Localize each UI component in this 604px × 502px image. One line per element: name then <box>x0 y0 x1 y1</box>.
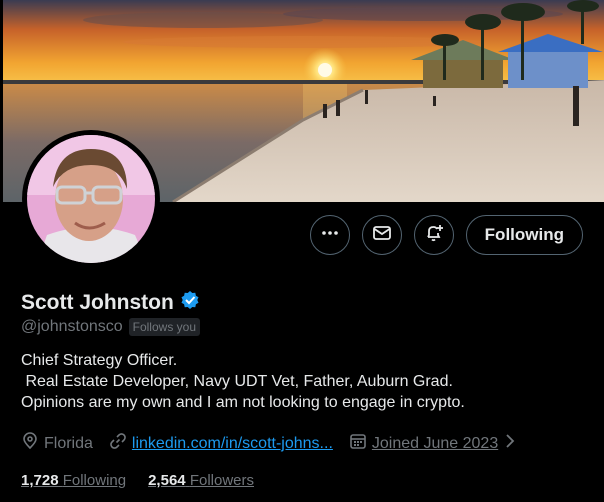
following-label: Following <box>62 472 127 489</box>
bio-line: Chief Strategy Officer. <box>21 352 178 369</box>
calendar-icon <box>349 432 367 455</box>
profile-bio: Chief Strategy Officer. Real Estate Deve… <box>21 350 465 413</box>
notify-button[interactable] <box>413 215 454 255</box>
chevron-right-icon[interactable] <box>503 432 517 455</box>
location: Florida <box>21 432 93 455</box>
bio-line: Opinions are my own and I am not looking… <box>21 394 465 411</box>
bio-line: Real Estate Developer, Navy UDT Vet, Fat… <box>21 373 453 390</box>
profile-handle: @johnstonsco <box>21 318 123 335</box>
verified-badge-icon[interactable] <box>180 290 200 315</box>
following-number: 1,728 <box>21 472 59 489</box>
follows-you-badge: Follows you <box>128 318 200 336</box>
more-button[interactable] <box>309 215 350 255</box>
more-icon <box>321 224 339 247</box>
profile-avatar[interactable] <box>22 130 160 268</box>
display-name: Scott Johnston <box>21 290 174 314</box>
link-icon <box>109 432 127 455</box>
following-count[interactable]: 1,728 Following <box>21 472 126 489</box>
profile-actions: Following <box>309 215 583 255</box>
profile-name-row: Scott Johnston <box>21 290 200 315</box>
location-text: Florida <box>44 434 93 452</box>
handle-row: @johnstonsco Follows you <box>21 318 200 336</box>
following-button[interactable]: Following <box>465 215 583 255</box>
followers-count[interactable]: 2,564 Followers <box>148 472 254 489</box>
profile-stats: 1,728 Following 2,564 Followers <box>21 472 254 489</box>
profile-meta: Florida linkedin.com/in/scott-johns... J… <box>21 432 533 455</box>
website-link[interactable]: linkedin.com/in/scott-johns... <box>132 435 333 453</box>
joined-date[interactable]: Joined June 2023 <box>349 432 517 455</box>
followers-label: Followers <box>189 472 254 489</box>
website[interactable]: linkedin.com/in/scott-johns... <box>109 432 333 455</box>
bell-plus-icon <box>424 223 444 248</box>
location-pin-icon <box>21 432 39 455</box>
joined-text[interactable]: Joined June 2023 <box>372 435 498 453</box>
message-button[interactable] <box>361 215 402 255</box>
mail-icon <box>372 223 392 248</box>
followers-number: 2,564 <box>148 472 186 489</box>
